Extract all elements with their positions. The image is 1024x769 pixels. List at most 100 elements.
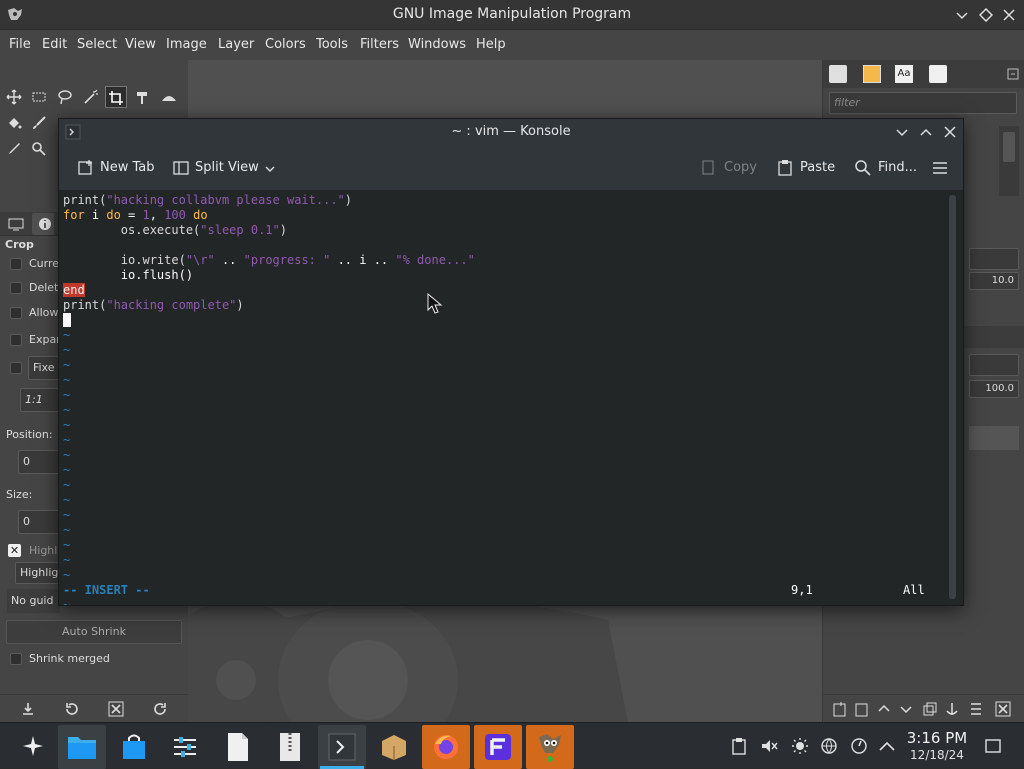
pattern-tab-icon[interactable] — [863, 65, 881, 83]
konsole-titlebar[interactable]: ~ : vim — Konsole — [59, 119, 963, 145]
copy-button[interactable]: Copy — [724, 159, 757, 179]
network-icon[interactable] — [820, 737, 840, 755]
menu-image[interactable]: Image — [166, 37, 207, 52]
close-icon[interactable] — [1002, 8, 1016, 22]
clock-time[interactable]: 3:16 PM — [904, 729, 970, 747]
raise-layer-icon[interactable] — [877, 701, 891, 717]
save-options-icon[interactable] — [20, 701, 36, 717]
konsole-minimize-icon[interactable] — [895, 125, 909, 139]
power-profile-icon[interactable] — [850, 737, 868, 755]
color-picker-icon[interactable] — [3, 138, 25, 160]
paintbrush-icon[interactable] — [28, 112, 50, 134]
zoom-icon[interactable] — [28, 138, 50, 160]
device-status-icon[interactable] — [8, 216, 24, 232]
auto-shrink-button[interactable]: Auto Shrink — [6, 620, 182, 644]
brush-list-scrollbar[interactable] — [999, 126, 1019, 196]
restore-options-icon[interactable] — [64, 701, 80, 717]
terminal-scrollbar-thumb[interactable] — [949, 195, 956, 599]
expand-center-checkbox[interactable] — [10, 334, 22, 346]
menu-windows[interactable]: Windows — [408, 37, 466, 52]
menu-file[interactable]: File — [9, 37, 31, 52]
highlight-checkbox-checked[interactable]: ✕ — [8, 544, 21, 557]
current-layer-checkbox[interactable] — [10, 258, 22, 270]
menu-view[interactable]: View — [125, 37, 156, 52]
merge-layer-icon[interactable] — [969, 701, 983, 717]
size-w-field[interactable]: 0 — [18, 510, 60, 534]
layer-row[interactable] — [969, 426, 1019, 450]
spacing-field[interactable]: 10.0 — [969, 272, 1019, 290]
menu-edit[interactable]: Edit — [42, 37, 67, 52]
konsole-maximize-icon[interactable] — [919, 125, 933, 139]
fixed-checkbox[interactable] — [10, 362, 22, 374]
scrollbar-thumb[interactable] — [1003, 132, 1015, 162]
terminal-scrollbar[interactable] — [943, 191, 963, 605]
new-layer-icon[interactable] — [833, 701, 847, 717]
menu-tools[interactable]: Tools — [316, 37, 348, 52]
clipboard-icon[interactable] — [730, 737, 748, 755]
split-view-icon[interactable] — [172, 159, 190, 177]
taskbar-ark[interactable] — [370, 725, 418, 769]
gimp-titlebar[interactable]: GNU Image Manipulation Program — [0, 0, 1024, 30]
find-search-icon[interactable] — [854, 159, 872, 177]
paste-icon[interactable] — [777, 159, 793, 177]
reset-options-icon[interactable] — [152, 701, 168, 717]
konsole-close-icon[interactable] — [943, 125, 957, 139]
find-button[interactable]: Find... — [878, 159, 917, 179]
bucket-fill-icon[interactable] — [3, 112, 25, 134]
maximize-icon[interactable] — [979, 8, 993, 22]
brush-tab-icon[interactable] — [829, 65, 847, 83]
highlight-opacity-field[interactable]: Highlig — [15, 562, 61, 584]
hamburger-menu-icon[interactable] — [931, 159, 949, 177]
copy-icon[interactable] — [701, 159, 717, 177]
taskbar-discover[interactable] — [110, 725, 158, 769]
warp-transform-icon[interactable] — [158, 86, 180, 108]
taskbar-konsole[interactable] — [318, 725, 366, 769]
brightness-icon[interactable] — [791, 737, 809, 755]
minimize-icon[interactable] — [955, 8, 969, 22]
new-tab-icon[interactable] — [77, 159, 95, 177]
brush-filter-input[interactable]: filter — [829, 92, 1017, 114]
application-launcher-icon[interactable] — [20, 733, 46, 759]
menu-select[interactable]: Select — [77, 37, 117, 52]
fuzzy-select-icon[interactable] — [80, 86, 102, 108]
delete-options-icon[interactable] — [108, 701, 124, 717]
taskbar-firefox[interactable] — [422, 725, 470, 769]
split-view-button[interactable]: Split View — [195, 159, 259, 179]
menu-colors[interactable]: Colors — [265, 37, 306, 52]
taskbar-system-settings[interactable] — [162, 725, 210, 769]
menu-help[interactable]: Help — [476, 37, 506, 52]
delete-layer-icon[interactable] — [995, 701, 1011, 717]
paste-button[interactable]: Paste — [800, 159, 835, 179]
menu-filters[interactable]: Filters — [360, 37, 399, 52]
mode-dropdown[interactable] — [969, 354, 1019, 376]
taskbar-archive-manager[interactable] — [266, 725, 314, 769]
menu-layer[interactable]: Layer — [218, 37, 254, 52]
dock-menu-icon[interactable] — [1007, 68, 1019, 80]
show-hidden-icons-chevron-icon[interactable] — [878, 739, 896, 753]
delete-pixels-checkbox[interactable] — [10, 282, 22, 294]
new-tab-button[interactable]: New Tab — [100, 159, 155, 179]
taskbar-freetube[interactable] — [474, 725, 522, 769]
brush-dropdown[interactable] — [969, 248, 1019, 270]
lasso-icon[interactable] — [54, 86, 76, 108]
clock-date[interactable]: 12/18/24 — [904, 747, 970, 763]
volume-muted-icon[interactable] — [760, 737, 778, 755]
guides-dropdown[interactable]: No guid — [6, 588, 61, 614]
opacity-field[interactable]: 100.0 — [969, 380, 1019, 398]
move-tool-icon[interactable] — [3, 86, 25, 108]
unified-transform-icon[interactable] — [132, 86, 154, 108]
duplicate-layer-icon[interactable] — [923, 701, 937, 717]
taskbar-document[interactable] — [214, 725, 262, 769]
split-view-chevron-down-icon[interactable] — [264, 163, 276, 175]
show-desktop-icon[interactable] — [984, 737, 1002, 755]
document-history-tab-icon[interactable] — [929, 65, 947, 83]
allow-growing-checkbox[interactable] — [10, 307, 22, 319]
taskbar-dolphin[interactable] — [58, 725, 106, 769]
taskbar-gimp[interactable] — [526, 725, 574, 769]
position-x-field[interactable]: 0 — [18, 450, 60, 474]
shrink-merged-checkbox[interactable] — [10, 653, 22, 665]
new-layer-group-icon[interactable] — [855, 701, 869, 717]
crop-tool-icon[interactable] — [105, 86, 127, 108]
terminal-view[interactable]: print("hacking collabvm please wait...")… — [59, 191, 943, 605]
rect-select-icon[interactable] — [28, 86, 50, 108]
